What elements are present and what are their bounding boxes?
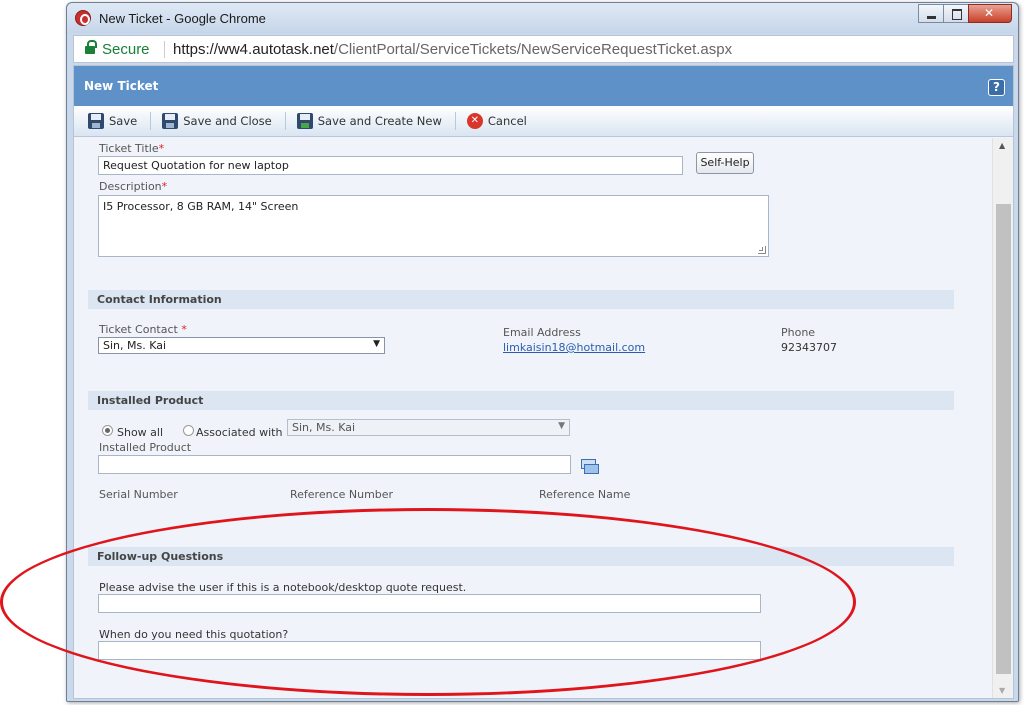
toolbar-separator bbox=[284, 112, 286, 130]
follow-up-question-1: Please advise the user if this is a note… bbox=[99, 581, 467, 594]
follow-up-answer-2-input[interactable] bbox=[98, 641, 761, 660]
title-bar: New Ticket - Google Chrome bbox=[67, 3, 1018, 33]
phone-value: 92343707 bbox=[781, 341, 837, 354]
ticket-form: Ticket Title* Request Quotation for new … bbox=[74, 138, 992, 698]
save-new-disk-icon bbox=[296, 113, 313, 129]
help-icon[interactable]: ? bbox=[988, 79, 1005, 96]
show-all-label: Show all bbox=[117, 426, 164, 439]
email-link[interactable]: limkaisin18@hotmail.com bbox=[503, 341, 645, 354]
required-mark: * bbox=[181, 323, 187, 336]
browser-window: New Ticket - Google Chrome Secure https:… bbox=[66, 2, 1019, 702]
url-host: https://ww4.autotask.net bbox=[173, 41, 334, 58]
save-button[interactable]: Save bbox=[85, 110, 140, 132]
window-controls bbox=[918, 4, 1012, 23]
scroll-up-arrow-icon[interactable]: ▲ bbox=[999, 141, 1005, 150]
ticket-contact-value: Sin, Ms. Kai bbox=[103, 339, 167, 352]
ticket-contact-label: Ticket Contact * bbox=[99, 323, 187, 336]
page-content: New Ticket ? Save Save and Close Save an… bbox=[73, 65, 1014, 699]
product-lookup-icon[interactable] bbox=[581, 459, 599, 474]
address-bar[interactable]: Secure https://ww4.autotask.net/ClientPo… bbox=[73, 35, 1014, 63]
phone-label: Phone bbox=[781, 326, 816, 339]
self-help-button[interactable]: Self-Help bbox=[696, 152, 754, 174]
save-label: Save bbox=[109, 114, 138, 128]
associated-with-label: Associated with bbox=[196, 426, 283, 439]
cancel-label: Cancel bbox=[487, 114, 527, 128]
lock-icon bbox=[85, 40, 97, 55]
ticket-contact-label-text: Ticket Contact bbox=[99, 323, 178, 336]
scroll-down-arrow-icon[interactable]: ▼ bbox=[999, 686, 1005, 695]
save-close-disk-icon bbox=[162, 113, 179, 129]
close-window-button[interactable] bbox=[968, 4, 1012, 23]
associated-contact-value: Sin, Ms. Kai bbox=[292, 421, 356, 434]
description-textarea[interactable]: I5 Processor, 8 GB RAM, 14" Screen bbox=[98, 195, 769, 257]
required-mark: * bbox=[158, 142, 165, 155]
dropdown-arrow-icon: ▼ bbox=[373, 339, 380, 349]
contact-section-header: Contact Information bbox=[88, 290, 954, 309]
window-title: New Ticket - Google Chrome bbox=[99, 11, 266, 26]
save-new-label: Save and Create New bbox=[317, 114, 442, 128]
minimize-button[interactable] bbox=[918, 4, 944, 23]
description-label: Description* bbox=[99, 180, 167, 193]
url-text[interactable]: https://ww4.autotask.net/ClientPortal/Se… bbox=[173, 41, 732, 58]
follow-up-question-2: When do you need this quotation? bbox=[99, 628, 289, 641]
scroll-thumb[interactable] bbox=[996, 204, 1011, 674]
description-label-text: Description bbox=[99, 180, 162, 193]
dropdown-arrow-icon: ▼ bbox=[558, 421, 565, 431]
installed-product-input[interactable] bbox=[98, 455, 571, 474]
installed-product-section-header: Installed Product bbox=[88, 391, 954, 410]
email-label: Email Address bbox=[503, 326, 581, 339]
associated-with-radio[interactable] bbox=[183, 425, 194, 436]
installed-product-label: Installed Product bbox=[99, 441, 192, 454]
ticket-title-label-text: Ticket Title bbox=[99, 142, 159, 155]
resize-grip-icon[interactable] bbox=[758, 246, 766, 254]
autotask-app-icon bbox=[75, 10, 91, 26]
follow-up-answer-1-input[interactable] bbox=[98, 594, 761, 613]
ticket-contact-select[interactable]: Sin, Ms. Kai ▼ bbox=[98, 337, 385, 354]
save-close-label: Save and Close bbox=[183, 114, 272, 128]
serial-number-label: Serial Number bbox=[99, 488, 178, 501]
reference-number-label: Reference Number bbox=[290, 488, 394, 501]
associated-contact-select[interactable]: Sin, Ms. Kai ▼ bbox=[287, 419, 570, 436]
ticket-title-label: Ticket Title* bbox=[99, 142, 164, 155]
toolbar-separator bbox=[150, 112, 152, 130]
reference-name-label: Reference Name bbox=[539, 488, 631, 501]
required-mark: * bbox=[161, 180, 168, 193]
toolbar: Save Save and Close Save and Create New … bbox=[74, 106, 1013, 137]
page-header: New Ticket ? bbox=[74, 66, 1013, 106]
secure-label: Secure bbox=[102, 41, 150, 58]
ticket-title-input[interactable]: Request Quotation for new laptop bbox=[98, 156, 683, 175]
url-path: /ClientPortal/ServiceTickets/NewServiceR… bbox=[333, 41, 733, 58]
cancel-button[interactable]: ✕ Cancel bbox=[464, 110, 530, 132]
save-and-create-new-button[interactable]: Save and Create New bbox=[294, 110, 445, 132]
save-and-close-button[interactable]: Save and Close bbox=[159, 110, 275, 132]
save-disk-icon bbox=[88, 113, 104, 129]
vertical-scrollbar[interactable]: ▲ ▼ bbox=[992, 138, 1013, 698]
address-separator bbox=[164, 41, 165, 58]
page-title: New Ticket bbox=[84, 79, 159, 93]
maximize-button[interactable] bbox=[943, 4, 969, 23]
show-all-radio[interactable] bbox=[102, 425, 113, 436]
toolbar-separator bbox=[454, 112, 456, 130]
cancel-x-icon: ✕ bbox=[466, 113, 483, 129]
follow-up-section-header: Follow-up Questions bbox=[88, 547, 954, 566]
description-value: I5 Processor, 8 GB RAM, 14" Screen bbox=[103, 200, 299, 213]
